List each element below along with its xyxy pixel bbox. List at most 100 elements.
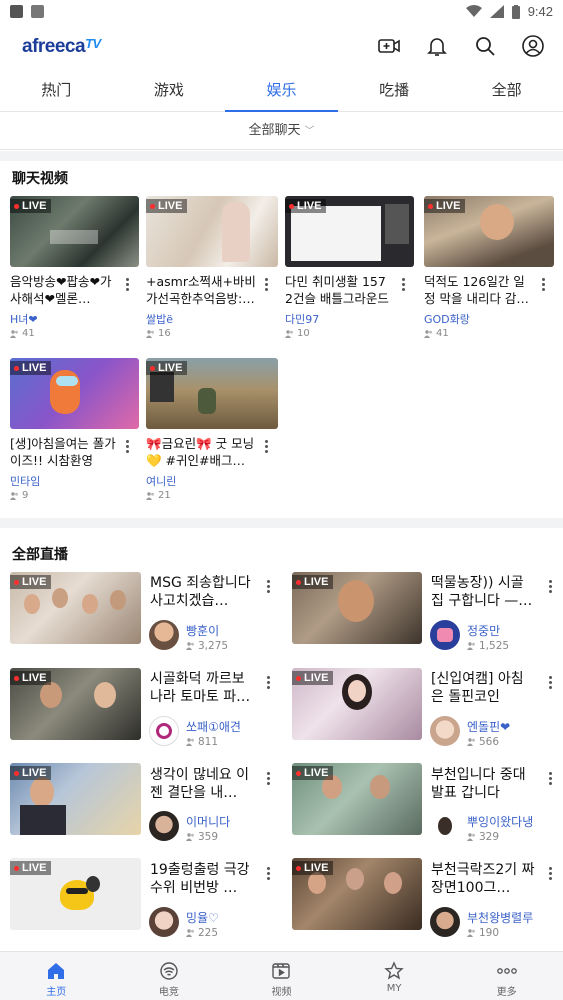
streamer-avatar[interactable] xyxy=(149,811,179,841)
afreecatv-logo[interactable]: afreecaTV xyxy=(22,36,101,58)
streamer-avatar[interactable] xyxy=(149,620,179,650)
tab-all[interactable]: 全部 xyxy=(450,70,563,111)
stream-thumbnail[interactable]: LIVE xyxy=(10,763,141,835)
more-options-icon[interactable] xyxy=(122,438,132,455)
tab-entertainment[interactable]: 娱乐 xyxy=(225,70,338,112)
streamer-name[interactable]: 부천왕병렬루 xyxy=(467,909,533,926)
viewer-count-text: 21 xyxy=(158,490,171,501)
stream-thumbnail[interactable]: LIVE xyxy=(146,358,278,429)
streamer-name[interactable]: 밍율♡ xyxy=(186,909,219,926)
viewer-count: 41 xyxy=(424,328,449,339)
stream-thumbnail[interactable]: LIVE xyxy=(10,196,139,267)
viewers-icon xyxy=(146,491,154,500)
viewers-icon xyxy=(424,329,432,338)
live-badge: LIVE xyxy=(10,361,52,375)
more-options-icon[interactable] xyxy=(122,276,132,293)
stream-title: 떡물농장)) 시골집 구합니다 —… xyxy=(431,575,533,609)
more-options-icon[interactable] xyxy=(545,674,555,691)
stream-thumbnail[interactable]: LIVE xyxy=(10,572,141,644)
live-label: LIVE xyxy=(22,767,47,779)
chat-section-title: 聊天视频 xyxy=(12,171,68,187)
live-label: LIVE xyxy=(436,200,461,212)
streamer-name[interactable]: H녀❤ xyxy=(10,311,38,327)
more-options-icon[interactable] xyxy=(261,438,271,455)
more-options-icon[interactable] xyxy=(263,578,273,595)
streamer-name[interactable]: 정중만 xyxy=(467,622,500,639)
more-options-icon[interactable] xyxy=(545,578,555,595)
notification-icon xyxy=(10,5,23,18)
viewer-count: 10 xyxy=(285,328,310,339)
streamer-name[interactable]: 민타임 xyxy=(10,473,40,489)
more-options-icon[interactable] xyxy=(545,770,555,787)
viewer-count-text: 16 xyxy=(158,328,171,339)
broadcast-camera-icon[interactable] xyxy=(377,34,401,58)
streamer-name[interactable]: 엔돌핀❤ xyxy=(467,718,510,735)
streamer-avatar[interactable] xyxy=(149,907,179,937)
stream-thumbnail[interactable]: LIVE xyxy=(10,358,139,429)
stream-thumbnail[interactable]: LIVE xyxy=(292,763,422,835)
stream-title: 시골화덕 까르보나라 토마토 파… xyxy=(150,671,251,705)
nav-esports[interactable]: 电竞 xyxy=(113,952,226,1000)
tab-games[interactable]: 游戏 xyxy=(113,70,226,111)
viewer-count: 21 xyxy=(146,490,171,501)
nav-my[interactable]: MY xyxy=(338,952,451,1000)
all-live-section-title: 全部直播 xyxy=(12,547,68,563)
nav-video[interactable]: 视频 xyxy=(225,952,338,1000)
viewer-count: 190 xyxy=(467,927,499,939)
tab-mukbang[interactable]: 吃播 xyxy=(338,70,451,111)
section-divider xyxy=(0,151,563,161)
viewer-count: 16 xyxy=(146,328,171,339)
live-badge: LIVE xyxy=(292,861,334,875)
streamer-name[interactable]: 뿌잉이왔다냉 xyxy=(467,813,533,830)
streamer-avatar[interactable] xyxy=(430,907,460,937)
streamer-name[interactable]: GOD화랑 xyxy=(424,311,470,327)
search-icon[interactable] xyxy=(473,34,497,58)
status-time: 9:42 xyxy=(527,4,553,19)
streamer-avatar[interactable] xyxy=(430,716,460,746)
streamer-name[interactable]: 여니린 xyxy=(146,473,176,489)
more-options-icon[interactable] xyxy=(398,276,408,293)
chat-filter-dropdown[interactable]: 全部聊天 ﹀ xyxy=(0,112,563,150)
stream-thumbnail[interactable]: LIVE xyxy=(292,858,422,930)
stream-thumbnail[interactable]: LIVE xyxy=(10,668,141,740)
viewer-count: 9 xyxy=(10,490,28,501)
live-badge: LIVE xyxy=(424,199,466,213)
stream-thumbnail[interactable]: LIVE xyxy=(292,668,422,740)
more-options-icon[interactable] xyxy=(545,865,555,882)
streamer-avatar[interactable] xyxy=(149,716,179,746)
profile-icon[interactable] xyxy=(521,34,545,58)
viewer-count-text: 811 xyxy=(198,736,219,748)
more-options-icon[interactable] xyxy=(263,865,273,882)
video-title: +asmr소쩍새+바비가선곡한추억음방:… xyxy=(146,274,256,306)
viewers-icon xyxy=(285,329,293,338)
nav-more[interactable]: 更多 xyxy=(450,952,563,1000)
streamer-avatar[interactable] xyxy=(430,620,460,650)
more-options-icon[interactable] xyxy=(263,674,273,691)
streamer-name[interactable]: 다민97 xyxy=(285,311,319,327)
streamer-name[interactable]: 쏘패①애견 xyxy=(186,718,241,735)
stream-thumbnail[interactable]: LIVE xyxy=(292,572,422,644)
app-notification-icon xyxy=(31,5,44,18)
more-options-icon[interactable] xyxy=(538,276,548,293)
live-label: LIVE xyxy=(158,200,183,212)
streamer-avatar[interactable] xyxy=(430,811,460,841)
more-options-icon[interactable] xyxy=(263,770,273,787)
more-options-icon[interactable] xyxy=(261,276,271,293)
stream-thumbnail[interactable]: LIVE xyxy=(285,196,414,267)
bell-icon[interactable] xyxy=(425,34,449,58)
status-bar: 9:42 xyxy=(0,0,563,26)
tab-hot[interactable]: 热门 xyxy=(0,70,113,111)
live-label: LIVE xyxy=(304,672,329,684)
streamer-name[interactable]: 쌀밥ë xyxy=(146,311,173,327)
video-icon xyxy=(272,963,291,979)
stream-title: MSG 죄송합니다 사고치겠습… xyxy=(150,575,251,609)
stream-title: 부천극락즈2기 짜장면100그… xyxy=(431,862,535,896)
live-label: LIVE xyxy=(22,576,47,588)
stream-thumbnail[interactable]: LIVE xyxy=(146,196,278,267)
stream-thumbnail[interactable]: LIVE xyxy=(424,196,554,267)
streamer-name[interactable]: 이머니다 xyxy=(186,813,230,830)
viewer-count-text: 1,525 xyxy=(479,640,510,652)
streamer-name[interactable]: 빵훈이 xyxy=(186,622,219,639)
nav-home[interactable]: 主页 xyxy=(0,952,113,1000)
stream-thumbnail[interactable]: LIVE xyxy=(10,858,141,930)
